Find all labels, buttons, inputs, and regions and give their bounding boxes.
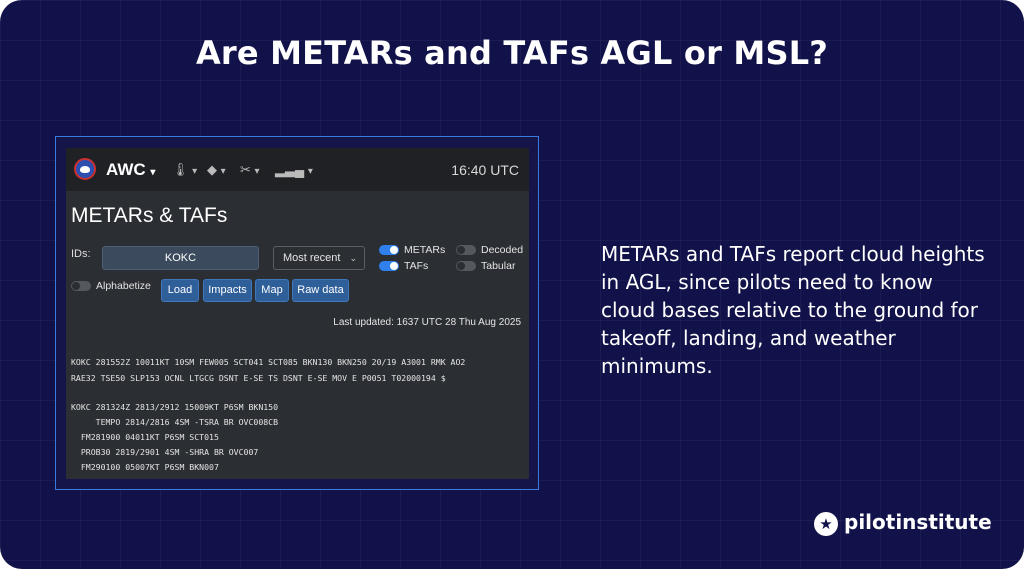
time-range-select[interactable]: Most recent ⌄ <box>273 246 365 270</box>
explanation-text: METARs and TAFs report cloud heights in … <box>601 242 985 378</box>
toggle-tabular[interactable]: Tabular <box>456 259 515 273</box>
taf-line: FM290100 05007KT P6SM BKN007 <box>71 462 219 472</box>
signal-bars-icon[interactable]: ▂▃▄ ▾ <box>275 162 313 178</box>
metar-line: RAE32 TSE50 SLP153 OCNL LTGCG DSNT E-SE … <box>71 373 446 383</box>
thermometer-icon[interactable]: 🌡 ▾ <box>172 162 197 178</box>
toggle-alphabetize[interactable]: Alphabetize <box>71 279 151 293</box>
toggle-tafs[interactable]: TAFs <box>379 259 428 273</box>
toggle-decoded[interactable]: Decoded <box>456 243 523 257</box>
noaa-logo-icon[interactable] <box>74 158 96 180</box>
brand-menu[interactable]: AWC ▾ <box>106 160 155 180</box>
pilot-institute-logo: ★ pilotinstitute <box>814 510 992 536</box>
utc-clock: 16:40 UTC <box>451 162 519 178</box>
app-topbar: AWC ▾ 🌡 ▾ ◆ ▾ ✂ ▾ ▂▃▄ ▾ 16:40 UTC <box>66 148 529 191</box>
chevron-down-icon: ⌄ <box>349 253 357 263</box>
ids-label: IDs: <box>71 248 91 260</box>
load-button[interactable]: Load <box>161 279 199 302</box>
metar-line: KOKC 281552Z 10011KT 10SM FEW005 SCT041 … <box>71 357 466 367</box>
infographic-card: Are METARs and TAFs AGL or MSL? AWC ▾ 🌡 … <box>0 0 1024 569</box>
star-badge-icon: ★ <box>814 511 838 536</box>
tools-icon[interactable]: ✂ ▾ <box>240 162 260 178</box>
page-title: METARs & TAFs <box>71 204 228 227</box>
taf-line: TEMPO 2814/2816 4SM -TSRA BR OVC008CB <box>71 417 279 427</box>
taf-line: KOKC 281324Z 2813/2912 15009KT P6SM BKN1… <box>71 402 279 412</box>
awc-app-window: AWC ▾ 🌡 ▾ ◆ ▾ ✂ ▾ ▂▃▄ ▾ 16:40 UTC METARs… <box>66 148 529 479</box>
toggle-metars[interactable]: METARs <box>379 243 445 257</box>
headline: Are METARs and TAFs AGL or MSL? <box>195 34 829 72</box>
impacts-button[interactable]: Impacts <box>203 279 252 302</box>
raw-data-button[interactable]: Raw data <box>292 279 349 302</box>
map-button[interactable]: Map <box>255 279 289 302</box>
diamond-icon[interactable]: ◆ ▾ <box>207 162 226 178</box>
ids-input[interactable] <box>102 246 259 270</box>
last-updated-text: Last updated: 1637 UTC 28 Thu Aug 2025 <box>333 317 521 328</box>
taf-line: FM281900 04011KT P6SM SCT015 <box>71 432 219 442</box>
taf-line: PROB30 2819/2901 4SM -SHRA BR OVC007 <box>71 447 259 457</box>
